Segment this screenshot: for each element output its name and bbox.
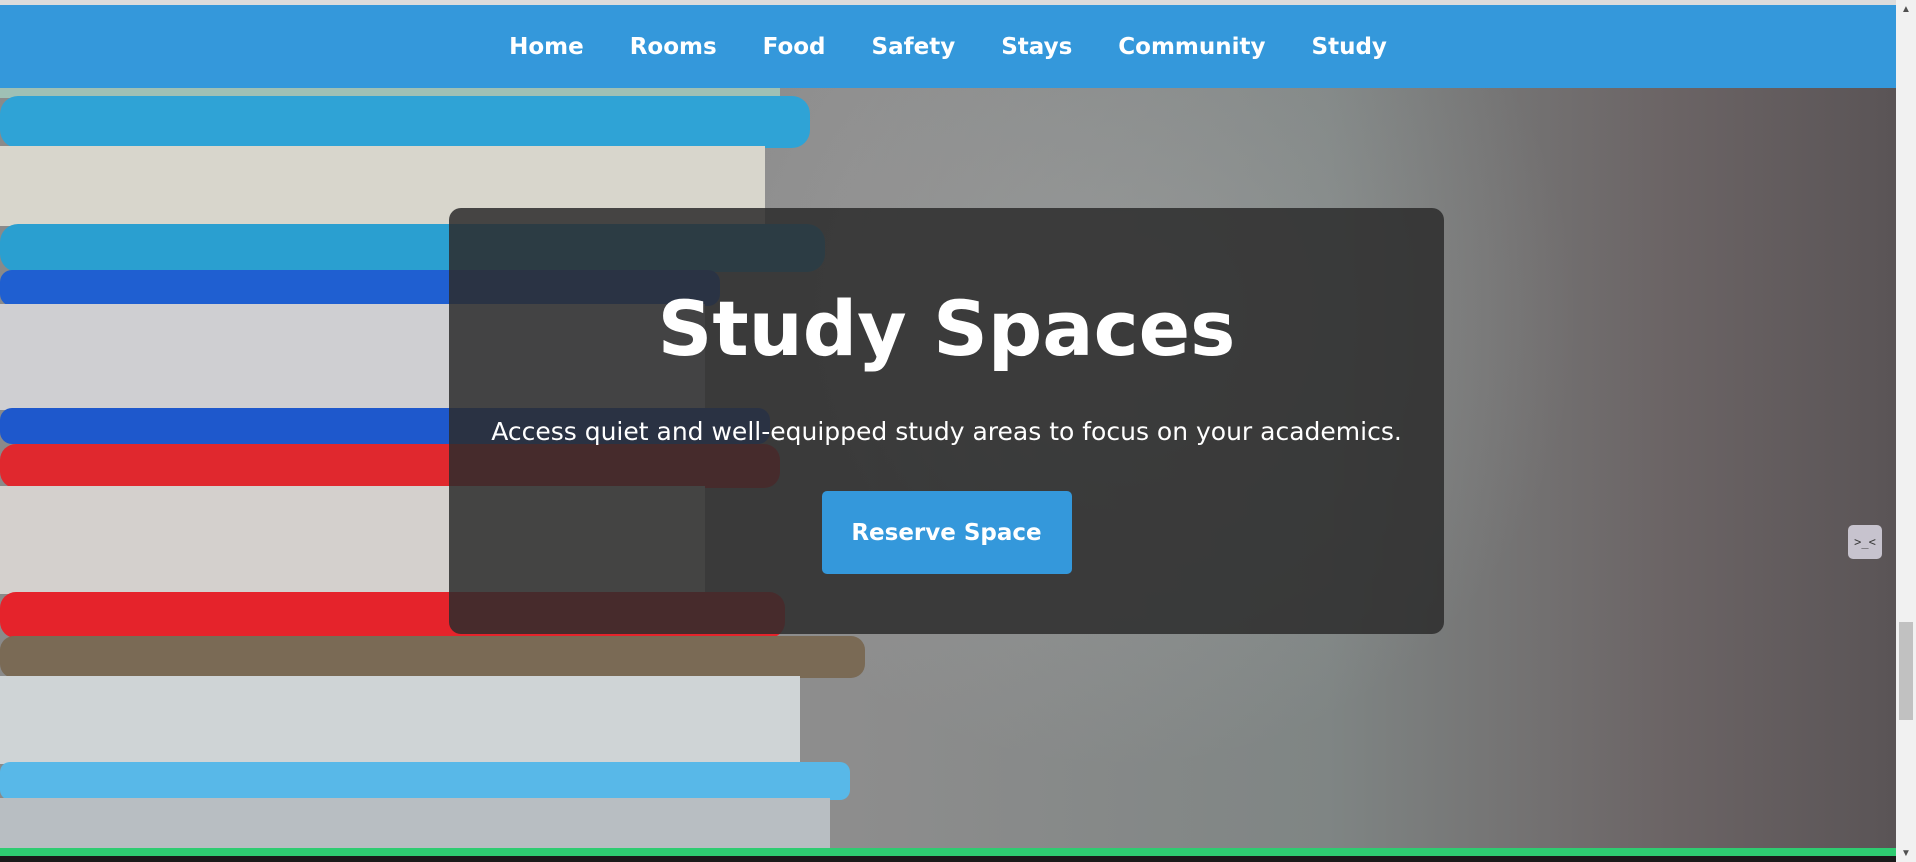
main-navbar: Home Rooms Food Safety Stays Community S… [0,5,1896,88]
scroll-down-icon[interactable]: ▼ [1896,844,1916,862]
footer-edge [0,856,1896,862]
nav-link-food[interactable]: Food [740,34,849,60]
hero-subtitle: Access quiet and well-equipped study are… [491,417,1402,446]
scroll-up-icon[interactable]: ▲ [1896,0,1916,18]
hero-overlay-card: Study Spaces Access quiet and well-equip… [449,208,1444,634]
nav-link-rooms[interactable]: Rooms [607,34,740,60]
nav-link-safety[interactable]: Safety [849,34,979,60]
scrollbar-thumb[interactable] [1899,622,1913,720]
nav-link-community[interactable]: Community [1095,34,1288,60]
nav-link-stays[interactable]: Stays [978,34,1095,60]
reserve-space-button[interactable]: Reserve Space [821,491,1072,574]
vertical-scrollbar[interactable]: ▲ ▼ [1896,0,1916,862]
hero-section: Study Spaces Access quiet and well-equip… [0,88,1896,848]
nav-link-home[interactable]: Home [486,34,607,60]
page-title: Study Spaces [657,284,1236,373]
nav-link-study[interactable]: Study [1289,34,1410,60]
assistant-face-icon[interactable]: >_< [1848,525,1882,559]
